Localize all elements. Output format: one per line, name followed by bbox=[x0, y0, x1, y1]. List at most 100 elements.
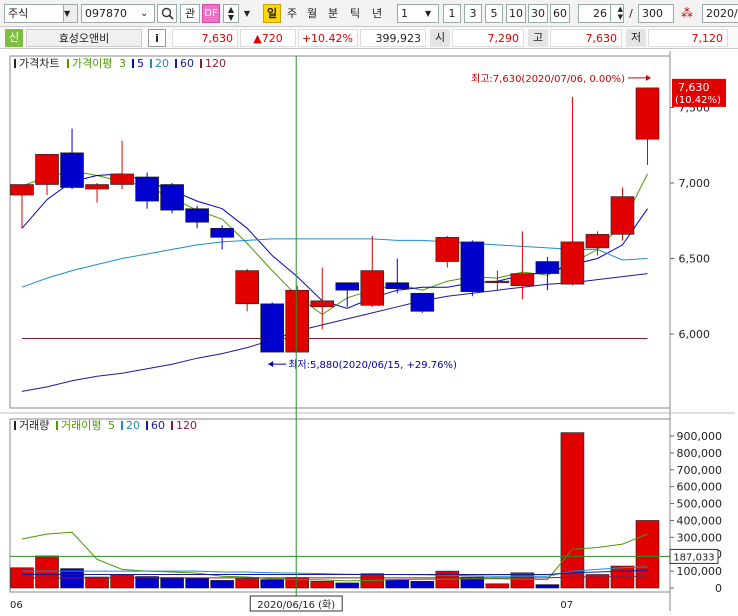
volume-bar[interactable] bbox=[185, 577, 209, 589]
volume-bar[interactable] bbox=[210, 580, 234, 589]
view-count-input[interactable]: 26 ▲ ▼ bbox=[578, 4, 624, 23]
candle-body[interactable] bbox=[235, 270, 259, 305]
price-panel[interactable] bbox=[9, 55, 671, 409]
total-count-value: 300 bbox=[642, 7, 663, 20]
legend-marker bbox=[56, 421, 58, 430]
new-stock-badge: 신 bbox=[5, 29, 23, 47]
period-minute-button[interactable]: 분 bbox=[324, 4, 342, 23]
candle-body[interactable] bbox=[460, 241, 485, 293]
volume-bar[interactable] bbox=[535, 584, 560, 589]
interest-button[interactable]: 관 bbox=[180, 4, 200, 23]
volume-bar[interactable] bbox=[310, 580, 335, 589]
volume-tick-label: 400,000 bbox=[677, 514, 723, 527]
candle-body[interactable] bbox=[135, 176, 159, 202]
period-week-button[interactable]: 주 bbox=[283, 4, 301, 23]
volume-bar[interactable] bbox=[485, 583, 510, 589]
quick-count-5-button[interactable]: 5 bbox=[485, 4, 503, 23]
updown-spinner[interactable]: ▲ ▼ bbox=[223, 4, 239, 23]
volume-bar[interactable] bbox=[160, 577, 184, 589]
candle-body[interactable] bbox=[110, 173, 134, 185]
search-button[interactable] bbox=[157, 4, 177, 23]
info-button[interactable]: i bbox=[148, 29, 166, 47]
current-price-label: 7,630 bbox=[678, 81, 710, 94]
legend-marker bbox=[175, 59, 177, 68]
market-select[interactable]: 주식 ▼ bbox=[4, 4, 78, 23]
legend-period: 5 bbox=[137, 57, 144, 70]
quick-count-3-button[interactable]: 3 bbox=[464, 4, 482, 23]
chevron-down-icon[interactable]: ▼ bbox=[425, 5, 438, 22]
quick-count-60-button[interactable]: 60 bbox=[550, 4, 570, 23]
stock-code-input[interactable]: 097870 ⌄ bbox=[81, 4, 155, 23]
grid-settings-icon[interactable]: ⁂ bbox=[677, 4, 697, 23]
quick-count-1-button[interactable]: 1 bbox=[443, 4, 461, 23]
candle-body[interactable] bbox=[210, 228, 234, 238]
chevron-down-icon[interactable]: ⌄ bbox=[140, 5, 154, 22]
total-count-input[interactable]: 300 bbox=[638, 4, 674, 23]
df-button[interactable]: DF bbox=[202, 4, 220, 23]
volume-bar[interactable] bbox=[385, 579, 410, 589]
date-input[interactable]: 2020/ bbox=[702, 4, 738, 23]
candle-body[interactable] bbox=[35, 154, 59, 185]
date-input-value: 2020/ bbox=[706, 7, 738, 20]
volume-bar[interactable] bbox=[260, 579, 284, 589]
volume-bar[interactable] bbox=[35, 555, 59, 589]
candle-body[interactable] bbox=[335, 282, 360, 291]
candle-body[interactable] bbox=[635, 87, 660, 140]
period-month-button[interactable]: 월 bbox=[303, 4, 321, 23]
stock-chart[interactable]: 6,0006,5007,0007,5000100,000200,000300,0… bbox=[0, 51, 738, 613]
candle-body[interactable] bbox=[260, 303, 284, 353]
period-year-button[interactable]: 년 bbox=[368, 4, 386, 23]
candle-body[interactable] bbox=[410, 292, 435, 312]
spinner-icon[interactable]: ▲ ▼ bbox=[610, 5, 623, 22]
volume-bar[interactable] bbox=[410, 580, 435, 589]
period-day-button[interactable]: 일 bbox=[263, 4, 281, 23]
legend-marker bbox=[67, 59, 69, 68]
volume-bar[interactable] bbox=[510, 572, 535, 589]
candle-body[interactable] bbox=[585, 234, 610, 249]
interval-select[interactable]: 1 ▼ bbox=[397, 4, 439, 23]
dropdown-arrow[interactable]: ▼ bbox=[242, 4, 252, 23]
legend-period: 120 bbox=[176, 419, 197, 432]
price-tick-label: 7,000 bbox=[679, 177, 711, 190]
x-axis-label: 06 bbox=[10, 600, 23, 611]
candle-body[interactable] bbox=[610, 196, 635, 235]
chart-area[interactable]: 6,0006,5007,0007,5000100,000200,000300,0… bbox=[0, 51, 738, 613]
legend-marker bbox=[132, 59, 134, 68]
candle-body[interactable] bbox=[85, 184, 109, 190]
legend-marker bbox=[150, 59, 152, 68]
candle-body[interactable] bbox=[435, 237, 460, 262]
trade-volume: 399,923 bbox=[360, 29, 426, 47]
candle-body[interactable] bbox=[285, 289, 310, 353]
current-price: 7,630 bbox=[172, 29, 238, 47]
volume-bar[interactable] bbox=[235, 578, 259, 589]
price-change: ▲720 bbox=[240, 29, 296, 47]
period-tick-button[interactable]: 틱 bbox=[346, 4, 364, 23]
quote-info-bar: 신 효성오앤비 i 7,630 ▲720 +10.42% 399,923 시 7… bbox=[0, 27, 738, 49]
candle-body[interactable] bbox=[185, 208, 209, 223]
chevron-down-icon[interactable]: ▼ bbox=[63, 5, 77, 22]
candle-body[interactable] bbox=[385, 282, 410, 290]
candle-body[interactable] bbox=[485, 280, 510, 283]
candle-body[interactable] bbox=[60, 152, 84, 188]
quick-count-30-button[interactable]: 30 bbox=[528, 4, 548, 23]
quick-count-10-button[interactable]: 10 bbox=[506, 4, 526, 23]
open-label: 시 bbox=[430, 29, 450, 47]
volume-bar[interactable] bbox=[560, 432, 585, 589]
volume-bar[interactable] bbox=[335, 582, 360, 589]
legend-period: 5 bbox=[108, 419, 115, 432]
price-change-pct: +10.42% bbox=[298, 29, 358, 47]
legend-title: 거래량 bbox=[19, 419, 49, 432]
candle-body[interactable] bbox=[560, 241, 585, 285]
candle-body[interactable] bbox=[10, 184, 34, 196]
candle-body[interactable] bbox=[510, 273, 535, 286]
volume-bar[interactable] bbox=[85, 576, 109, 589]
candle-body[interactable] bbox=[535, 261, 560, 274]
volume-bar[interactable] bbox=[635, 520, 660, 589]
volume-bar[interactable] bbox=[110, 574, 134, 589]
count-separator: / bbox=[629, 7, 633, 20]
candle-body[interactable] bbox=[360, 270, 385, 306]
candle-body[interactable] bbox=[310, 300, 335, 308]
legend-period: 3 bbox=[119, 57, 126, 70]
candle-body[interactable] bbox=[160, 184, 184, 211]
low-price: 7,120 bbox=[648, 29, 728, 47]
